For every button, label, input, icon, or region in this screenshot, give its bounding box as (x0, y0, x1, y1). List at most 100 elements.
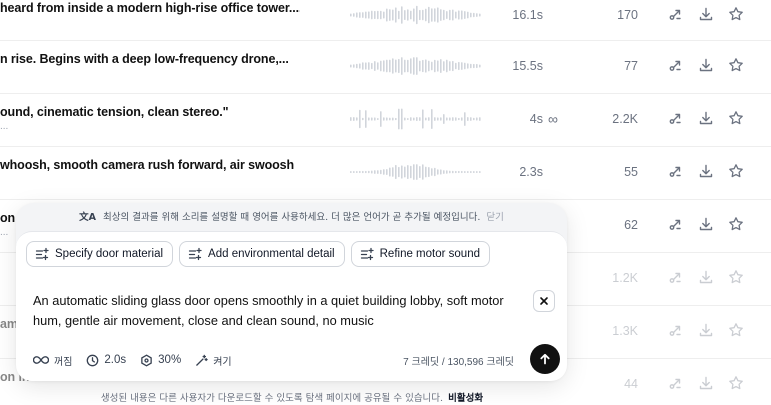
waveform-bar (449, 170, 451, 174)
waveform-bar (458, 10, 460, 20)
favorite-button[interactable] (728, 163, 748, 183)
credit-counter: 7 크레딧 / 130,596 크레딧 (403, 353, 514, 368)
favorite-button[interactable] (728, 216, 748, 236)
waveform-bar (377, 10, 379, 20)
credits-unit: 크레딧 (486, 357, 514, 368)
download-button[interactable] (698, 110, 718, 130)
duration-setting[interactable]: 2.0s (86, 354, 126, 367)
star-icon (728, 57, 748, 73)
favorite-button[interactable] (728, 110, 748, 130)
waveform[interactable] (349, 3, 481, 27)
magic-wand-icon (196, 354, 208, 366)
remix-button[interactable] (668, 163, 688, 183)
suggestion-chip[interactable]: Refine motor sound (350, 241, 490, 267)
waveform-bar (440, 9, 442, 21)
waveform-bar (368, 11, 370, 19)
remix-button[interactable] (668, 269, 688, 289)
remix-button[interactable] (668, 57, 688, 77)
list-item[interactable]: n rise. Begins with a deep low-frequency… (0, 41, 771, 94)
waveform[interactable] (349, 160, 481, 184)
sound-title: heard from inside a modern high-rise off… (0, 1, 300, 15)
suggestion-label: Add environmental detail (208, 248, 335, 260)
favorite-button[interactable] (728, 322, 748, 342)
remix-button[interactable] (668, 375, 688, 395)
waveform-bar (410, 58, 412, 74)
generate-button[interactable] (530, 344, 560, 374)
waveform[interactable] (349, 54, 481, 78)
clock-icon (87, 354, 99, 366)
loop-toggle[interactable]: 꺼짐 (33, 353, 72, 368)
waveform-bar (476, 117, 478, 121)
download-button[interactable] (698, 163, 718, 183)
waveform-bar (359, 109, 361, 129)
waveform-bar (389, 117, 391, 121)
remix-button[interactable] (668, 216, 688, 236)
notice-close-link[interactable]: 닫기 (486, 212, 503, 223)
favorite-button[interactable] (728, 6, 748, 26)
list-item[interactable]: heard from inside a modern high-rise off… (0, 0, 771, 41)
waveform-bar (386, 117, 388, 121)
favorite-button[interactable] (728, 269, 748, 289)
download-count: 62 (624, 218, 638, 232)
suggestion-chip[interactable]: Specify door material (26, 241, 174, 267)
waveform-bar (383, 117, 385, 121)
remix-button[interactable] (668, 322, 688, 342)
waveform-bar (449, 117, 451, 121)
waveform-bar (413, 164, 415, 180)
prompt-influence-setting[interactable]: 30% (140, 353, 181, 367)
sound-subtitle: ... (0, 121, 9, 132)
sound-title: n rise. Begins with a deep low-frequency… (0, 52, 289, 66)
waveform-bar (428, 166, 430, 178)
waveform-bar (371, 62, 373, 70)
favorite-button[interactable] (728, 375, 748, 395)
waveform-bar (398, 58, 400, 74)
disable-sharing-link[interactable]: 비활성화 (448, 393, 483, 404)
suggestion-chip[interactable]: Add environmental detail (179, 241, 345, 267)
credits-used: 7 (403, 357, 409, 368)
waveform-bar (473, 63, 475, 69)
download-button[interactable] (698, 57, 718, 77)
waveform-bar (455, 11, 457, 19)
waveform-bar (428, 60, 430, 72)
download-button[interactable] (698, 216, 718, 236)
waveform-bar (413, 117, 415, 121)
remix-icon (668, 322, 688, 338)
waveform-bar (359, 12, 361, 18)
waveform-bar (380, 169, 382, 175)
waveform-bar (356, 117, 358, 121)
loop-state-label: 꺼짐 (54, 356, 73, 368)
waveform-bar (434, 59, 436, 73)
waveform-bar (362, 12, 364, 18)
download-button[interactable] (698, 6, 718, 26)
star-icon (728, 110, 748, 126)
waveform-bar (446, 59, 448, 73)
sound-library-page: heard from inside a modern high-rise off… (0, 0, 771, 405)
remix-button[interactable] (668, 110, 688, 130)
prompt-input[interactable]: An automatic sliding glass door opens sm… (33, 291, 518, 331)
waveform-bar (383, 11, 385, 19)
waveform-bar (392, 167, 394, 177)
waveform-bar (371, 10, 373, 20)
favorite-button[interactable] (728, 57, 748, 77)
waveform-bar (404, 117, 406, 121)
list-item[interactable]: whoosh, smooth camera rush forward, air … (0, 147, 771, 200)
waveform-bar (464, 62, 466, 70)
language-notice-text: 최상의 결과를 위해 소리를 설명할 때 영어를 사용하세요. 더 많은 언어가… (102, 212, 481, 223)
waveform-bar (350, 117, 352, 121)
waveform-bar (464, 112, 466, 126)
enhance-toggle[interactable]: 켜기 (195, 353, 232, 368)
clear-prompt-button[interactable] (533, 290, 555, 312)
download-button[interactable] (698, 375, 718, 395)
waveform[interactable] (349, 107, 481, 131)
waveform-bar (473, 117, 475, 121)
download-button[interactable] (698, 322, 718, 342)
remix-button[interactable] (668, 6, 688, 26)
waveform-bar (473, 170, 475, 174)
waveform-bar (404, 59, 406, 73)
waveform-bar (395, 59, 397, 73)
list-item[interactable]: ound, cinematic tension, clean stereo.".… (0, 94, 771, 147)
waveform-bar (440, 59, 442, 73)
download-button[interactable] (698, 269, 718, 289)
waveform-bar (467, 63, 469, 69)
waveform-bar (419, 60, 421, 72)
